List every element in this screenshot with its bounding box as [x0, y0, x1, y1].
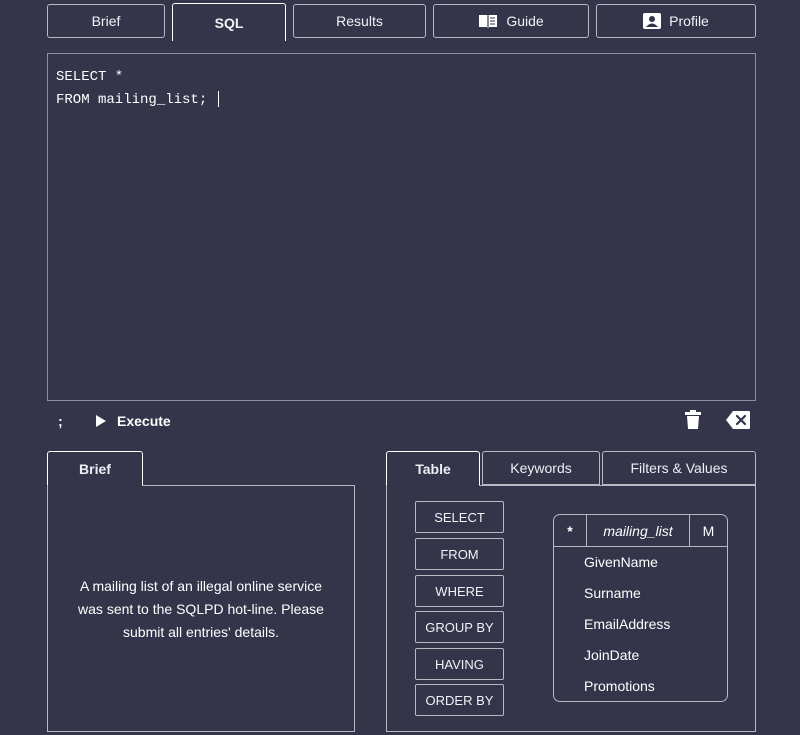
brief-text: A mailing list of an illegal online serv…: [78, 578, 324, 640]
table-card-header: * mailing_list M: [554, 515, 727, 547]
tab-table-label: Table: [415, 460, 451, 477]
select-all-star-button[interactable]: *: [554, 515, 587, 546]
tab-profile[interactable]: Profile: [596, 4, 756, 38]
editor-line-2-text: FROM mailing_list;: [56, 92, 216, 108]
keyword-having-label: HAVING: [435, 656, 484, 672]
semicolon-button[interactable]: ;: [58, 410, 63, 432]
keyword-from-label: FROM: [440, 546, 479, 562]
tab-results[interactable]: Results: [293, 4, 426, 38]
play-icon: [96, 415, 106, 427]
profile-icon: [643, 13, 662, 29]
trash-icon[interactable]: [684, 410, 702, 430]
book-icon: [479, 15, 498, 28]
brief-panel: A mailing list of an illegal online serv…: [47, 485, 355, 732]
keyword-select-button[interactable]: SELECT: [415, 501, 504, 533]
text-caret: [217, 91, 219, 108]
sql-editor[interactable]: SELECT * FROM mailing_list;: [47, 53, 756, 401]
keyword-order-by-label: ORDER BY: [425, 692, 494, 708]
column-item[interactable]: EmailAddress: [554, 609, 727, 640]
editor-line-1: SELECT *: [56, 69, 124, 85]
tab-keywords-label: Keywords: [510, 460, 572, 476]
table-card: * mailing_list M GivenName Surname Email…: [553, 514, 728, 702]
semicolon-label: ;: [58, 413, 63, 429]
column-item[interactable]: JoinDate: [554, 640, 727, 671]
tab-results-label: Results: [336, 13, 383, 29]
brief-panel-tab[interactable]: Brief: [47, 451, 143, 486]
execute-label: Execute: [117, 413, 171, 429]
tab-guide[interactable]: Guide: [433, 4, 589, 38]
keyword-where-button[interactable]: WHERE: [415, 575, 504, 607]
table-m-button[interactable]: M: [689, 515, 727, 546]
tab-keywords[interactable]: Keywords: [482, 451, 600, 485]
tab-filters-values-label: Filters & Values: [630, 460, 728, 476]
keyword-where-label: WHERE: [435, 583, 484, 599]
column-item[interactable]: Surname: [554, 578, 727, 609]
column-item[interactable]: Promotions: [554, 671, 727, 702]
keyword-order-by-button[interactable]: ORDER BY: [415, 684, 504, 716]
keyword-from-button[interactable]: FROM: [415, 538, 504, 570]
clear-icon[interactable]: [725, 410, 751, 430]
tab-guide-label: Guide: [506, 13, 544, 29]
helper-panel: SELECT FROM WHERE GROUP BY HAVING ORDER …: [386, 485, 756, 732]
tab-profile-label: Profile: [669, 13, 709, 29]
tab-sql[interactable]: SQL: [172, 3, 286, 41]
brief-panel-tab-label: Brief: [79, 460, 111, 477]
tab-table[interactable]: Table: [386, 451, 480, 486]
tab-sql-label: SQL: [214, 14, 244, 31]
keyword-select-label: SELECT: [434, 509, 485, 525]
keyword-having-button[interactable]: HAVING: [415, 648, 504, 680]
tab-brief[interactable]: Brief: [47, 4, 165, 38]
column-item[interactable]: GivenName: [554, 547, 727, 578]
tab-brief-label: Brief: [91, 13, 121, 29]
keyword-group-by-button[interactable]: GROUP BY: [415, 611, 504, 643]
table-name[interactable]: mailing_list: [587, 515, 689, 546]
execute-button[interactable]: Execute: [95, 410, 171, 432]
editor-line-2: FROM mailing_list;: [56, 89, 747, 112]
tab-filters-values[interactable]: Filters & Values: [602, 451, 756, 485]
keyword-group-by-label: GROUP BY: [425, 619, 494, 635]
